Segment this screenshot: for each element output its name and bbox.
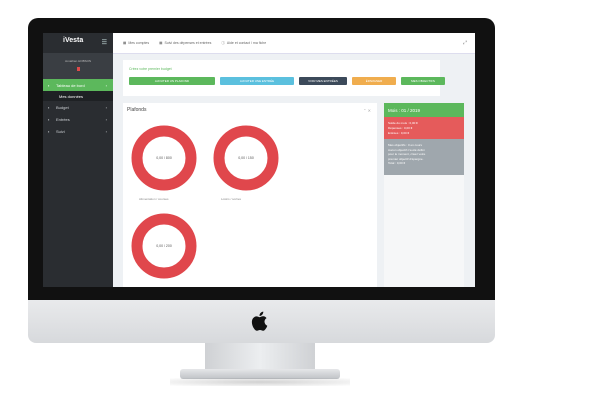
topbar-item-tracking[interactable]: ▦ Suivi des dépenses et entrées (159, 41, 211, 45)
brand-logo[interactable]: iVesta ☰ (43, 33, 113, 53)
donut-center-label: 0,00 / 800 (156, 156, 172, 160)
panel-controls-icon[interactable]: ⌃ ✕ (363, 108, 371, 113)
donut-caption: Alimentation / courses (139, 197, 169, 201)
grid-icon: ▦ (159, 41, 163, 45)
summary-info: Mes objectifs : 0 en cours Aucun objecti… (384, 139, 464, 175)
topbar: ▦ Mes comptes ▦ Suivi des dépenses et entr… (113, 33, 475, 54)
sidebar-item-label: Suivi (56, 128, 65, 134)
notification-badge[interactable] (76, 67, 80, 71)
chevron-icon: › (105, 82, 107, 88)
sidebar-item[interactable]: ▪ Tableau de bord › (43, 79, 113, 91)
summary-panel: Mois : 01 / 2019 Solde du mois : 0,00 € … (384, 103, 464, 287)
summary-alert: Solde du mois : 0,00 € Dépenses : 0,00 €… (384, 117, 464, 139)
sidebar-item-label: Budget (56, 104, 69, 110)
action-button[interactable]: AJOUTER UNE ENTRÉE (220, 77, 294, 85)
brand-name: iVesta (63, 37, 84, 44)
sidebar: iVesta ☰ Jonathan HOBSON ▪ Tableau de bor… (43, 33, 113, 287)
action-button[interactable]: ÉPARGNER (352, 77, 396, 85)
actions-hint: Créez votre premier budget (129, 67, 172, 71)
apple-logo-icon (251, 311, 268, 331)
sidebar-subitem[interactable]: Mes données (43, 91, 113, 101)
actions-panel: Créez votre premier budget AJOUTER UN PL… (123, 60, 445, 96)
stand-shadow (170, 378, 350, 386)
topbar-label: Mes comptes (128, 41, 150, 45)
donut-chart: 0,00 / 200 (131, 213, 197, 279)
topbar-label: Aide et contact / ma fiche (226, 41, 267, 45)
topbar-item-accounts[interactable]: ▦ Mes comptes (123, 41, 149, 45)
action-buttons: AJOUTER UN PLAFOND AJOUTER UNE ENTRÉE VOIR… (129, 77, 450, 85)
alert-line: Entrées : 0,00 € (388, 131, 410, 135)
chevron-icon: › (105, 128, 107, 134)
sidebar-item-label: Tableau de bord (56, 82, 85, 88)
chevron-icon: › (105, 104, 107, 110)
donut-center-label: 0,00 / 150 (238, 156, 254, 160)
topbar-item-help[interactable]: ⓘ Aide et contact / ma fiche (221, 41, 266, 46)
sidebar-nav: ▪ Tableau de bord › Mes données ▪ Budget › ▪ Ent… (43, 79, 113, 137)
wallet-icon: ▪ (48, 104, 50, 110)
donut-chart: 0,00 / 800 (131, 125, 197, 191)
info-total: Total : 0,00 € (388, 161, 406, 165)
donut-center-label: 0,00 / 200 (156, 244, 172, 248)
sidebar-item[interactable]: ▪ Entrées › (43, 113, 113, 125)
app-screen: iVesta ☰ Jonathan HOBSON ▪ Tableau de bor… (43, 33, 475, 287)
summary-header: Mois : 01 / 2019 (384, 103, 464, 117)
action-button[interactable]: AJOUTER UN PLAFOND (129, 77, 215, 85)
topbar-label: Suivi des dépenses et entrées (164, 41, 212, 45)
user-box: Jonathan HOBSON (43, 53, 113, 79)
action-button[interactable]: VOIR MES ENTRÉES (299, 77, 347, 85)
info-icon: ⓘ (221, 40, 225, 45)
summary-body (384, 175, 464, 287)
chart-icon: ▪ (48, 128, 50, 134)
chevron-icon: › (105, 116, 107, 122)
grid-icon: ▦ (123, 41, 127, 45)
sidebar-item[interactable]: ▪ Budget › (43, 101, 113, 113)
hamburger-icon[interactable]: ☰ (102, 39, 107, 46)
list-icon: ▪ (48, 116, 50, 122)
action-button[interactable]: MES OBJECTIFS (401, 77, 445, 85)
monitor-stand (205, 343, 315, 371)
donut-chart: 0,00 / 150 (213, 125, 279, 191)
sidebar-item[interactable]: ▪ Suivi › (43, 125, 113, 137)
sidebar-item-label: Entrées (56, 116, 70, 122)
user-name: Jonathan HOBSON (64, 59, 92, 63)
donut-caption: Loisirs / sorties (221, 197, 242, 201)
plafonds-panel: Plafonds ⌃ ✕ 0,00 / 800 Alimentation / co… (123, 103, 377, 287)
home-icon: ▪ (48, 82, 50, 88)
panel-title: Plafonds (127, 107, 147, 113)
expand-icon[interactable]: ⤢ (463, 40, 467, 46)
